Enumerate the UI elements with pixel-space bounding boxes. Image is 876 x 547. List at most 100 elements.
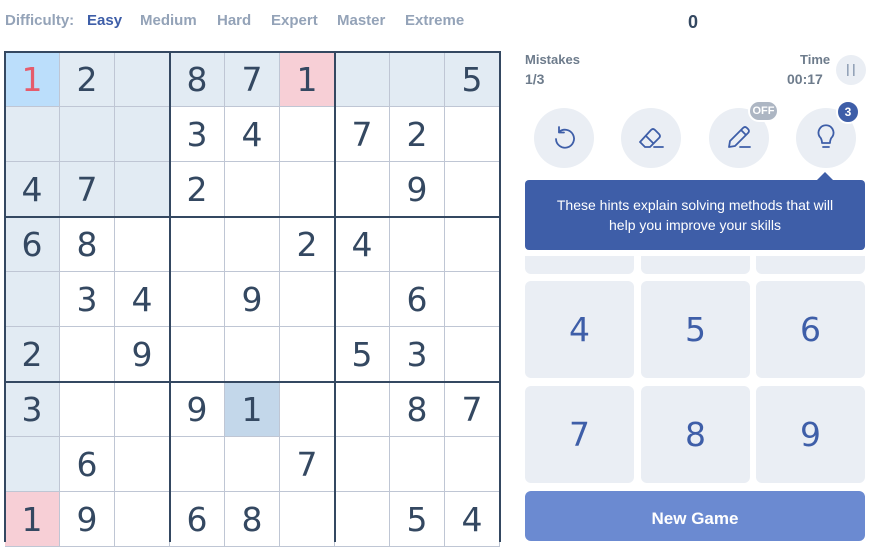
sudoku-cell-r6c5[interactable] — [225, 327, 280, 382]
sudoku-cell-r1c6[interactable]: 1 — [280, 52, 335, 107]
sudoku-cell-r4c6[interactable]: 2 — [280, 217, 335, 272]
sudoku-cell-r6c8[interactable]: 3 — [390, 327, 445, 382]
sudoku-cell-r1c3[interactable] — [115, 52, 170, 107]
sudoku-cell-r9c5[interactable]: 8 — [225, 492, 280, 547]
numpad-key-3[interactable] — [756, 256, 865, 274]
new-game-button[interactable]: New Game — [525, 491, 865, 541]
difficulty-master[interactable]: Master — [337, 12, 385, 29]
sudoku-cell-r4c8[interactable] — [390, 217, 445, 272]
sudoku-cell-r8c1[interactable] — [5, 437, 60, 492]
sudoku-cell-r8c8[interactable] — [390, 437, 445, 492]
sudoku-cell-r5c5[interactable]: 9 — [225, 272, 280, 327]
erase-button[interactable] — [621, 108, 681, 168]
sudoku-cell-r4c5[interactable] — [225, 217, 280, 272]
sudoku-cell-r3c5[interactable] — [225, 162, 280, 217]
difficulty-expert[interactable]: Expert — [271, 12, 318, 29]
sudoku-cell-r5c8[interactable]: 6 — [390, 272, 445, 327]
numpad-key-9[interactable]: 9 — [756, 386, 865, 483]
sudoku-cell-r2c3[interactable] — [115, 107, 170, 162]
numpad-key-1[interactable] — [525, 256, 634, 274]
sudoku-cell-r2c1[interactable] — [5, 107, 60, 162]
numpad-key-2[interactable] — [641, 256, 750, 274]
difficulty-easy[interactable]: Easy — [87, 12, 122, 29]
sudoku-cell-r5c1[interactable] — [5, 272, 60, 327]
sudoku-cell-r5c9[interactable] — [445, 272, 500, 327]
sudoku-cell-r3c2[interactable]: 7 — [60, 162, 115, 217]
sudoku-cell-r1c7[interactable] — [335, 52, 390, 107]
sudoku-cell-r4c3[interactable] — [115, 217, 170, 272]
sudoku-cell-r8c2[interactable]: 6 — [60, 437, 115, 492]
sudoku-cell-r7c3[interactable] — [115, 382, 170, 437]
sudoku-cell-r8c9[interactable] — [445, 437, 500, 492]
sudoku-cell-r7c8[interactable]: 8 — [390, 382, 445, 437]
sudoku-cell-r1c8[interactable] — [390, 52, 445, 107]
difficulty-hard[interactable]: Hard — [217, 12, 251, 29]
sudoku-cell-r7c9[interactable]: 7 — [445, 382, 500, 437]
numpad-key-5[interactable]: 5 — [641, 281, 750, 378]
sudoku-cell-r9c4[interactable]: 6 — [170, 492, 225, 547]
pause-button[interactable] — [836, 55, 866, 85]
sudoku-cell-r2c2[interactable] — [60, 107, 115, 162]
sudoku-cell-r9c7[interactable] — [335, 492, 390, 547]
sudoku-cell-r2c8[interactable]: 2 — [390, 107, 445, 162]
sudoku-cell-r7c5[interactable]: 1 — [225, 382, 280, 437]
sudoku-cell-r2c7[interactable]: 7 — [335, 107, 390, 162]
sudoku-cell-r8c3[interactable] — [115, 437, 170, 492]
sudoku-cell-r7c1[interactable]: 3 — [5, 382, 60, 437]
sudoku-cell-r2c9[interactable] — [445, 107, 500, 162]
sudoku-cell-r4c7[interactable]: 4 — [335, 217, 390, 272]
sudoku-cell-r5c4[interactable] — [170, 272, 225, 327]
sudoku-cell-r7c4[interactable]: 9 — [170, 382, 225, 437]
sudoku-cell-r4c2[interactable]: 8 — [60, 217, 115, 272]
sudoku-cell-r2c6[interactable] — [280, 107, 335, 162]
numpad-key-4[interactable]: 4 — [525, 281, 634, 378]
sudoku-cell-r2c5[interactable]: 4 — [225, 107, 280, 162]
sudoku-cell-r4c1[interactable]: 6 — [5, 217, 60, 272]
sudoku-cell-r4c4[interactable] — [170, 217, 225, 272]
sudoku-cell-r2c4[interactable]: 3 — [170, 107, 225, 162]
sudoku-cell-r8c4[interactable] — [170, 437, 225, 492]
sudoku-cell-r6c7[interactable]: 5 — [335, 327, 390, 382]
sudoku-cell-r1c1[interactable]: 1 — [5, 52, 60, 107]
sudoku-cell-r6c4[interactable] — [170, 327, 225, 382]
sudoku-cell-r6c6[interactable] — [280, 327, 335, 382]
sudoku-cell-r9c6[interactable] — [280, 492, 335, 547]
sudoku-cell-r8c7[interactable] — [335, 437, 390, 492]
sudoku-cell-r3c1[interactable]: 4 — [5, 162, 60, 217]
sudoku-cell-r5c6[interactable] — [280, 272, 335, 327]
sudoku-cell-r6c2[interactable] — [60, 327, 115, 382]
sudoku-cell-r3c7[interactable] — [335, 162, 390, 217]
sudoku-cell-r8c5[interactable] — [225, 437, 280, 492]
numpad-key-6[interactable]: 6 — [756, 281, 865, 378]
sudoku-cell-r9c3[interactable] — [115, 492, 170, 547]
numpad-key-7[interactable]: 7 — [525, 386, 634, 483]
sudoku-cell-r9c9[interactable]: 4 — [445, 492, 500, 547]
sudoku-cell-r5c3[interactable]: 4 — [115, 272, 170, 327]
difficulty-medium[interactable]: Medium — [140, 12, 197, 29]
sudoku-cell-r7c7[interactable] — [335, 382, 390, 437]
sudoku-cell-r6c1[interactable]: 2 — [5, 327, 60, 382]
sudoku-cell-r1c5[interactable]: 7 — [225, 52, 280, 107]
sudoku-cell-r3c3[interactable] — [115, 162, 170, 217]
sudoku-cell-r3c9[interactable] — [445, 162, 500, 217]
sudoku-cell-r3c6[interactable] — [280, 162, 335, 217]
sudoku-cell-r7c2[interactable] — [60, 382, 115, 437]
sudoku-cell-r8c6[interactable]: 7 — [280, 437, 335, 492]
sudoku-cell-r3c8[interactable]: 9 — [390, 162, 445, 217]
sudoku-cell-r9c8[interactable]: 5 — [390, 492, 445, 547]
sudoku-cell-r6c3[interactable]: 9 — [115, 327, 170, 382]
sudoku-cell-r6c9[interactable] — [445, 327, 500, 382]
difficulty-extreme[interactable]: Extreme — [405, 12, 464, 29]
sudoku-cell-r7c6[interactable] — [280, 382, 335, 437]
sudoku-cell-r1c2[interactable]: 2 — [60, 52, 115, 107]
sudoku-cell-r5c2[interactable]: 3 — [60, 272, 115, 327]
sudoku-cell-r5c7[interactable] — [335, 272, 390, 327]
numpad-key-8[interactable]: 8 — [641, 386, 750, 483]
sudoku-cell-r4c9[interactable] — [445, 217, 500, 272]
undo-button[interactable] — [534, 108, 594, 168]
sudoku-cell-r9c2[interactable]: 9 — [60, 492, 115, 547]
sudoku-cell-r1c9[interactable]: 5 — [445, 52, 500, 107]
sudoku-cell-r1c4[interactable]: 8 — [170, 52, 225, 107]
sudoku-cell-r9c1[interactable]: 1 — [5, 492, 60, 547]
sudoku-cell-r3c4[interactable]: 2 — [170, 162, 225, 217]
